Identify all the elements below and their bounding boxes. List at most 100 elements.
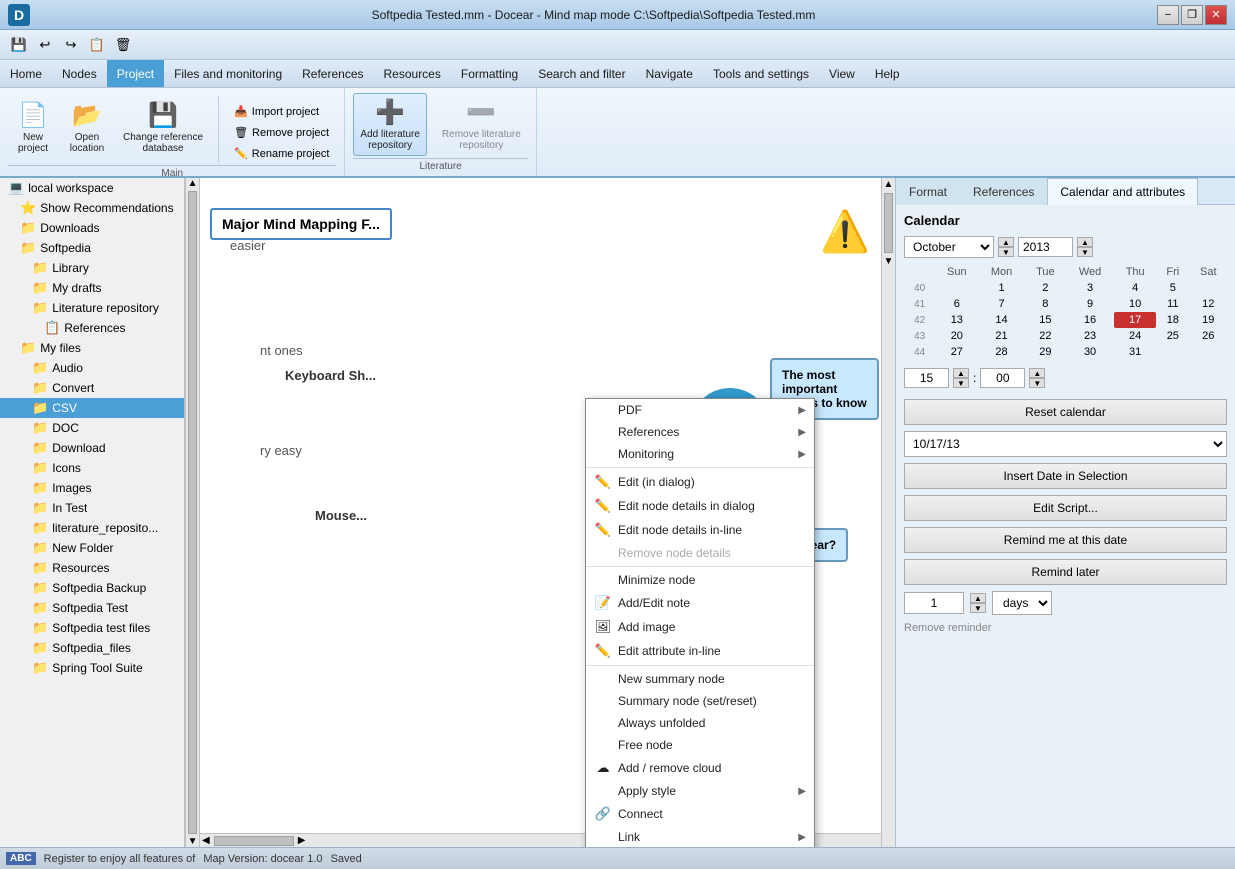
- menu-help[interactable]: Help: [865, 60, 910, 87]
- sidebar-item[interactable]: 📁Audio: [0, 358, 184, 378]
- close-button[interactable]: ✕: [1205, 5, 1227, 25]
- calendar-day[interactable]: 31: [1114, 344, 1156, 360]
- sidebar-item[interactable]: 📁In Test: [0, 498, 184, 518]
- menu-resources[interactable]: Resources: [374, 60, 451, 87]
- calendar-day[interactable]: 22: [1025, 328, 1066, 344]
- main-mindmap-node[interactable]: Major Mind Mapping F...: [210, 208, 392, 240]
- ribbon-add-literature[interactable]: ➕ Add literaturerepository: [353, 93, 426, 156]
- tab-calendar[interactable]: Calendar and attributes: [1047, 178, 1198, 205]
- calendar-day[interactable]: 4: [1114, 280, 1156, 296]
- calendar-day[interactable]: 1: [978, 280, 1024, 296]
- calendar-day[interactable]: 10: [1114, 296, 1156, 312]
- days-up[interactable]: ▲: [970, 593, 986, 603]
- menu-references[interactable]: References: [292, 60, 373, 87]
- year-spin[interactable]: ▲ ▼: [1077, 237, 1093, 257]
- date-select[interactable]: 10/17/13: [904, 431, 1227, 457]
- calendar-day[interactable]: 12: [1189, 296, 1227, 312]
- calendar-day[interactable]: 27: [935, 344, 978, 360]
- days-value-input[interactable]: [904, 592, 964, 614]
- calendar-day[interactable]: 19: [1189, 312, 1227, 328]
- qa-new-btn[interactable]: 🗑: [112, 34, 134, 56]
- calendar-day[interactable]: 25: [1156, 328, 1189, 344]
- year-down-btn[interactable]: ▼: [1077, 247, 1093, 257]
- sidebar-item[interactable]: 📁Convert: [0, 378, 184, 398]
- menu-home[interactable]: Home: [0, 60, 52, 87]
- calendar-day[interactable]: 2: [1025, 280, 1066, 296]
- calendar-day[interactable]: 15: [1025, 312, 1066, 328]
- context-menu-item[interactable]: Apply style▶: [586, 780, 814, 802]
- context-menu-item[interactable]: References▶: [586, 421, 814, 443]
- min-up[interactable]: ▲: [1029, 368, 1045, 378]
- context-menu-item[interactable]: ☁Add / remove cloud: [586, 756, 814, 780]
- sidebar-item[interactable]: 📁Softpedia Backup: [0, 578, 184, 598]
- context-menu-item[interactable]: Link▶: [586, 826, 814, 847]
- remind-date-btn[interactable]: Remind me at this date: [904, 527, 1227, 553]
- calendar-day[interactable]: 20: [935, 328, 978, 344]
- context-menu-item[interactable]: PDF▶: [586, 399, 814, 421]
- calendar-day[interactable]: 26: [1189, 328, 1227, 344]
- remind-later-btn[interactable]: Remind later: [904, 559, 1227, 585]
- context-menu-item[interactable]: Monitoring▶: [586, 443, 814, 465]
- calendar-day[interactable]: 3: [1066, 280, 1114, 296]
- sidebar-item[interactable]: 📁Library: [0, 258, 184, 278]
- days-unit-select[interactable]: days: [992, 591, 1052, 615]
- month-spin[interactable]: ▲ ▼: [998, 237, 1014, 257]
- sidebar-item[interactable]: 📁Literature repository: [0, 298, 184, 318]
- sidebar-item[interactable]: ⭐Show Recommendations: [0, 198, 184, 218]
- calendar-day[interactable]: 9: [1066, 296, 1114, 312]
- calendar-day[interactable]: 30: [1066, 344, 1114, 360]
- sidebar-item[interactable]: 📁New Folder: [0, 538, 184, 558]
- year-up-btn[interactable]: ▲: [1077, 237, 1093, 247]
- sub-node-easier[interactable]: easier: [230, 238, 265, 253]
- reset-calendar-btn[interactable]: Reset calendar: [904, 399, 1227, 425]
- calendar-day[interactable]: 6: [935, 296, 978, 312]
- calendar-day[interactable]: 14: [978, 312, 1024, 328]
- year-input[interactable]: [1018, 237, 1073, 257]
- time-hour-spin[interactable]: ▲ ▼: [953, 368, 969, 388]
- ribbon-open-location[interactable]: 📂 Openlocation: [62, 96, 112, 159]
- sidebar-item[interactable]: 📁DOC: [0, 418, 184, 438]
- keyboard-node[interactable]: Keyboard Sh...: [285, 368, 376, 383]
- sidebar-item[interactable]: 📁CSV: [0, 398, 184, 418]
- sidebar-item[interactable]: 📁literature_reposito...: [0, 518, 184, 538]
- qa-copy-btn[interactable]: 📋: [86, 34, 108, 56]
- sidebar-item[interactable]: 📁My drafts: [0, 278, 184, 298]
- sidebar-item[interactable]: 📁Spring Tool Suite: [0, 658, 184, 678]
- menu-files[interactable]: Files and monitoring: [164, 60, 292, 87]
- ribbon-rename-project[interactable]: ✏️ Rename project: [227, 144, 336, 163]
- month-up-btn[interactable]: ▲: [998, 237, 1014, 247]
- sidebar-item[interactable]: 📁Softpedia_files: [0, 638, 184, 658]
- sidebar-item[interactable]: 📁Images: [0, 478, 184, 498]
- ribbon-new-project[interactable]: 📄 Newproject: [8, 96, 58, 159]
- calendar-day[interactable]: 13: [935, 312, 978, 328]
- menu-search[interactable]: Search and filter: [528, 60, 635, 87]
- sidebar-item[interactable]: 📁Softpedia Test: [0, 598, 184, 618]
- calendar-day[interactable]: 16: [1066, 312, 1114, 328]
- sidebar-scrollbar-v[interactable]: ▲ ▼: [185, 178, 199, 847]
- calendar-day[interactable]: 7: [978, 296, 1024, 312]
- context-menu-item[interactable]: Minimize node: [586, 569, 814, 591]
- context-menu-item[interactable]: 🖼Add image: [586, 615, 814, 639]
- menu-navigate[interactable]: Navigate: [636, 60, 703, 87]
- sidebar-item[interactable]: 📁Icons: [0, 458, 184, 478]
- ribbon-remove-project[interactable]: 🗑 Remove project: [227, 123, 336, 142]
- sidebar-item[interactable]: 📁Softpedia: [0, 238, 184, 258]
- time-minute-input[interactable]: [980, 368, 1025, 388]
- sidebar-item[interactable]: 📋References: [0, 318, 184, 338]
- calendar-day[interactable]: 11: [1156, 296, 1189, 312]
- time-hour-input[interactable]: [904, 368, 949, 388]
- hour-up[interactable]: ▲: [953, 368, 969, 378]
- calendar-day[interactable]: 24: [1114, 328, 1156, 344]
- mouse-node[interactable]: Mouse...: [315, 508, 367, 523]
- context-menu-item[interactable]: ✏️Edit node details in dialog: [586, 494, 814, 518]
- sub-node-ntones[interactable]: nt ones: [260, 343, 303, 358]
- menu-nodes[interactable]: Nodes: [52, 60, 107, 87]
- menu-view[interactable]: View: [819, 60, 865, 87]
- context-menu-item[interactable]: ✏️Edit attribute in-line: [586, 639, 814, 663]
- context-menu-item[interactable]: Free node: [586, 734, 814, 756]
- hour-down[interactable]: ▼: [953, 378, 969, 388]
- sub-node-ryeasy[interactable]: ry easy: [260, 443, 302, 458]
- min-down[interactable]: ▼: [1029, 378, 1045, 388]
- menu-formatting[interactable]: Formatting: [451, 60, 528, 87]
- insert-date-btn[interactable]: Insert Date in Selection: [904, 463, 1227, 489]
